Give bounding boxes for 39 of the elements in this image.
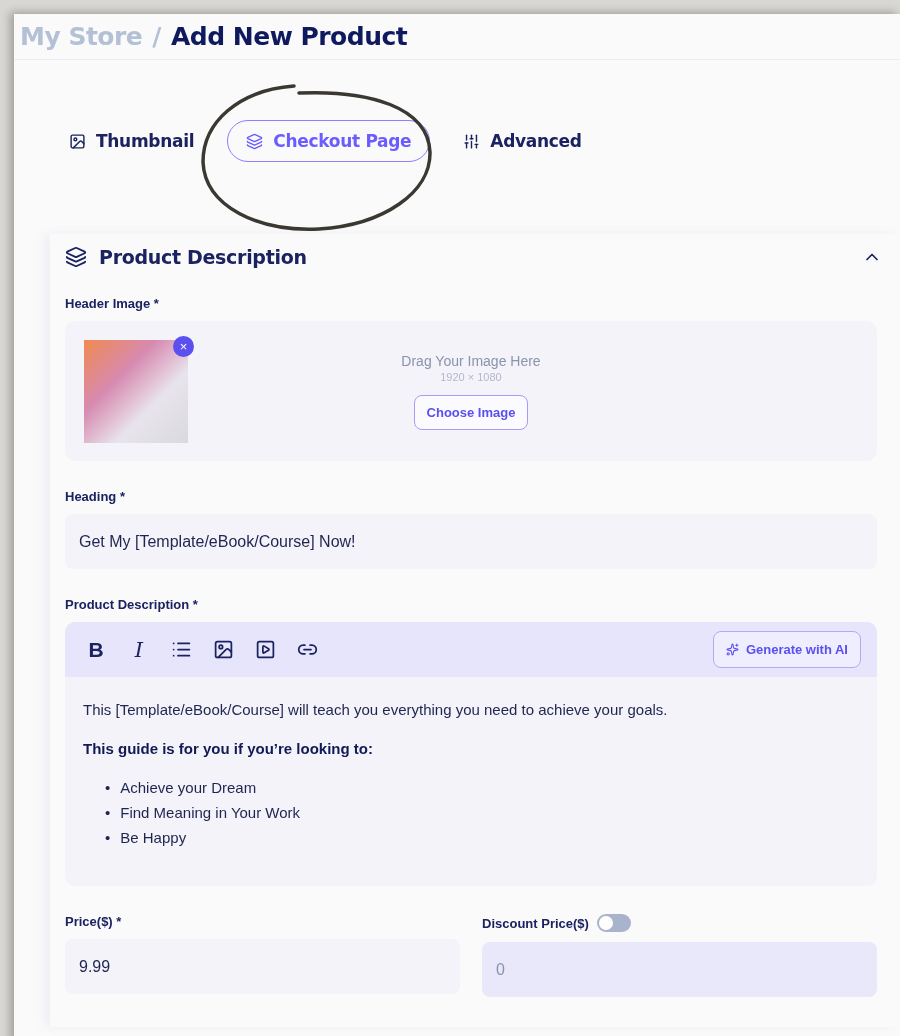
editor-body[interactable]: This [Template/eBook/Course] will teach you everything you need to achieve your goals. This guide is for you if you’re looking to: • Achieve your Dream • Find Meaning in Your Work • Be Happy [65,677,877,886]
bold-paragraph: This guide is for you if you’re looking to: [83,740,374,757]
field-label: Header Image * [65,296,159,311]
dropzone-text: Drag Your Image Here [401,352,541,369]
tab[interactable]: Advanced [444,120,601,162]
bullet-marker: • [105,803,111,823]
layers-icon [246,132,264,150]
bullet-marker: • [105,778,111,798]
format-button[interactable]: B [85,637,107,662]
bullet-item: Be Happy [120,828,187,848]
breadcrumb-separator: / [152,22,161,51]
layers-icon [65,246,87,268]
choose-image-button[interactable]: Choose Image [413,394,529,430]
input-field[interactable]: Get My [Template/eBook/Course] Now! [65,514,877,569]
size-hint: 1920 × 1080 [440,370,502,383]
image-icon [69,132,86,150]
field-label: Heading * [65,489,125,504]
input-field[interactable]: 9.99 [65,939,460,994]
field-label: Discount Price($) [482,915,589,931]
bullet-marker: • [105,828,111,848]
toolbar-button[interactable] [255,639,276,660]
image-icon [213,639,234,660]
remove-button[interactable]: × [173,336,194,357]
field-label: Price($) * [65,914,122,929]
tab[interactable]: Thumbnail [50,120,214,162]
video-icon [255,639,276,660]
field-label: Product Description * [65,597,198,612]
page-title: Add New Product [170,22,408,51]
image-dropzone[interactable]: × Drag Your Image Here 1920 × 1080 Choose Image [65,321,877,461]
toolbar-button[interactable] [213,639,234,660]
generate-ai-button[interactable]: Generate with AI [712,631,861,668]
paragraph: This [Template/eBook/Course] will teach you everything you need to achieve your goals. [83,701,669,718]
sparkle-icon [725,643,739,656]
bullet-item: Find Meaning in Your Work [120,803,301,823]
format-button[interactable]: I [128,637,150,662]
bullet-item: Achieve your Dream [120,778,257,798]
toggle-switch[interactable] [596,914,631,932]
sliders-icon [463,132,481,150]
section-title: Product Description [99,246,307,268]
